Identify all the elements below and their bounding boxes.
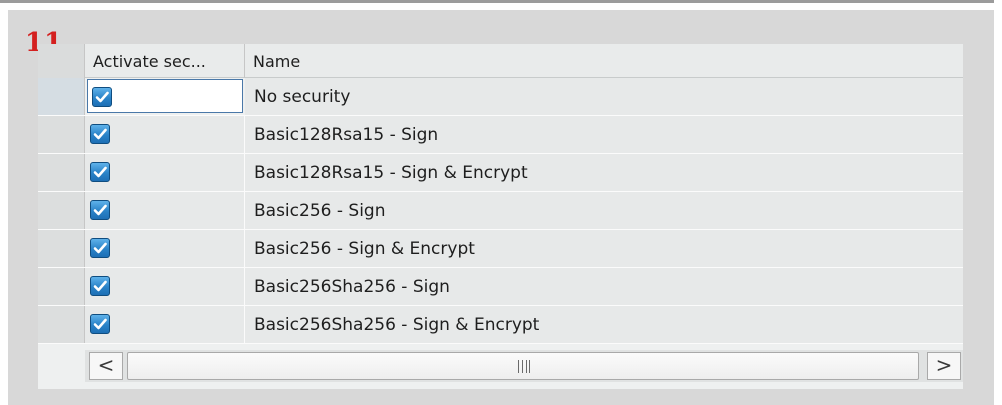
- checkmark-icon: [93, 204, 107, 216]
- table-header: Activate sec... Name: [38, 44, 963, 78]
- table-row[interactable]: Basic256 - Sign & Encrypt: [38, 230, 963, 268]
- column-header-activate[interactable]: Activate sec...: [85, 44, 245, 78]
- row-header[interactable]: [38, 116, 85, 153]
- activate-cell[interactable]: [85, 268, 245, 305]
- activate-cell[interactable]: [85, 192, 245, 229]
- checkmark-icon: [93, 318, 107, 330]
- checkmark-icon: [93, 280, 107, 292]
- row-header[interactable]: [38, 78, 85, 115]
- page: 11 Activate sec... Name No security Basi…: [0, 0, 1002, 405]
- scroll-left-button[interactable]: <: [89, 352, 123, 380]
- name-cell[interactable]: Basic256 - Sign: [245, 192, 963, 229]
- activate-checkbox[interactable]: [90, 124, 110, 144]
- checkmark-icon: [93, 166, 107, 178]
- activate-checkbox[interactable]: [92, 87, 112, 107]
- table-row[interactable]: Basic128Rsa15 - Sign & Encrypt: [38, 154, 963, 192]
- activate-checkbox[interactable]: [90, 238, 110, 258]
- row-header[interactable]: [38, 230, 85, 267]
- name-cell[interactable]: Basic256 - Sign & Encrypt: [245, 230, 963, 267]
- scrollbar-thumb[interactable]: [127, 352, 919, 380]
- horizontal-scrollbar[interactable]: < >: [85, 350, 963, 382]
- table-row[interactable]: No security: [38, 78, 963, 116]
- name-cell[interactable]: Basic256Sha256 - Sign: [245, 268, 963, 305]
- column-header-name[interactable]: Name: [245, 44, 963, 78]
- row-header[interactable]: [38, 192, 85, 229]
- security-policies-table: Activate sec... Name No security Basic12…: [38, 44, 963, 389]
- table-row[interactable]: Basic256Sha256 - Sign: [38, 268, 963, 306]
- table-row[interactable]: Basic128Rsa15 - Sign: [38, 116, 963, 154]
- row-header[interactable]: [38, 268, 85, 305]
- checkmark-icon: [95, 91, 109, 103]
- name-cell[interactable]: Basic128Rsa15 - Sign & Encrypt: [245, 154, 963, 191]
- checkmark-icon: [93, 128, 107, 140]
- activate-checkbox[interactable]: [90, 314, 110, 334]
- checkmark-icon: [93, 242, 107, 254]
- activate-cell[interactable]: [85, 230, 245, 267]
- activate-checkbox[interactable]: [90, 162, 110, 182]
- scroll-right-button[interactable]: >: [927, 352, 961, 380]
- top-divider: [0, 0, 994, 3]
- activate-checkbox[interactable]: [90, 276, 110, 296]
- table-row[interactable]: Basic256Sha256 - Sign & Encrypt: [38, 306, 963, 344]
- activate-checkbox[interactable]: [90, 200, 110, 220]
- activate-cell[interactable]: [87, 79, 243, 113]
- name-cell[interactable]: Basic256Sha256 - Sign & Encrypt: [245, 306, 963, 343]
- table-row[interactable]: Basic256 - Sign: [38, 192, 963, 230]
- row-header[interactable]: [38, 154, 85, 191]
- activate-cell[interactable]: [85, 154, 245, 191]
- row-header[interactable]: [38, 306, 85, 343]
- table-body: No security Basic128Rsa15 - Sign Basic12…: [38, 78, 963, 344]
- panel-edge: [994, 0, 1002, 405]
- grip-lines-icon: [518, 360, 530, 373]
- name-cell[interactable]: No security: [245, 78, 963, 115]
- activate-cell[interactable]: [85, 306, 245, 343]
- header-corner[interactable]: [38, 44, 85, 78]
- activate-cell[interactable]: [85, 116, 245, 153]
- name-cell[interactable]: Basic128Rsa15 - Sign: [245, 116, 963, 153]
